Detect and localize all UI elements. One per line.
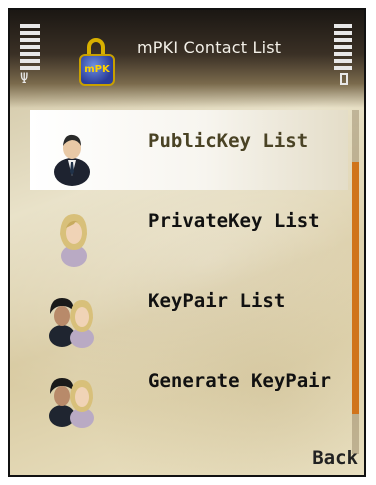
scrollbar[interactable] <box>352 110 359 454</box>
signal-strength-icon: Ψ <box>20 24 42 86</box>
app-title: mPKI Contact List <box>137 38 282 57</box>
menu-item-keypair-list[interactable]: KeyPair List <box>30 270 348 350</box>
menu-item-generate-keypair[interactable]: Generate KeyPair <box>30 350 348 430</box>
user-pair-icon <box>30 350 110 430</box>
menu-item-label: Generate KeyPair <box>148 370 332 392</box>
phone-screen: Ψ mPK mPKI Contact List PublicKey List P… <box>8 8 366 477</box>
menu-item-label: KeyPair List <box>148 290 286 312</box>
menu-list: PublicKey List PrivateKey List KeyPair L… <box>30 110 348 430</box>
menu-item-privatekey-list[interactable]: PrivateKey List <box>30 190 348 270</box>
battery-icon <box>334 24 354 85</box>
menu-item-label: PublicKey List <box>148 130 309 152</box>
businessman-icon <box>30 110 110 190</box>
lock-app-icon: mPK <box>73 38 121 90</box>
menu-item-publickey-list[interactable]: PublicKey List <box>30 110 348 190</box>
woman-icon <box>30 190 110 270</box>
scrollbar-thumb[interactable] <box>352 162 359 414</box>
app-icon-text: mPK <box>84 64 110 75</box>
screenshot-frame: Ψ mPK mPKI Contact List PublicKey List P… <box>0 0 376 485</box>
user-pair-icon <box>30 270 110 350</box>
status-header <box>10 10 364 108</box>
menu-item-label: PrivateKey List <box>148 210 320 232</box>
back-softkey[interactable]: Back <box>312 447 358 469</box>
